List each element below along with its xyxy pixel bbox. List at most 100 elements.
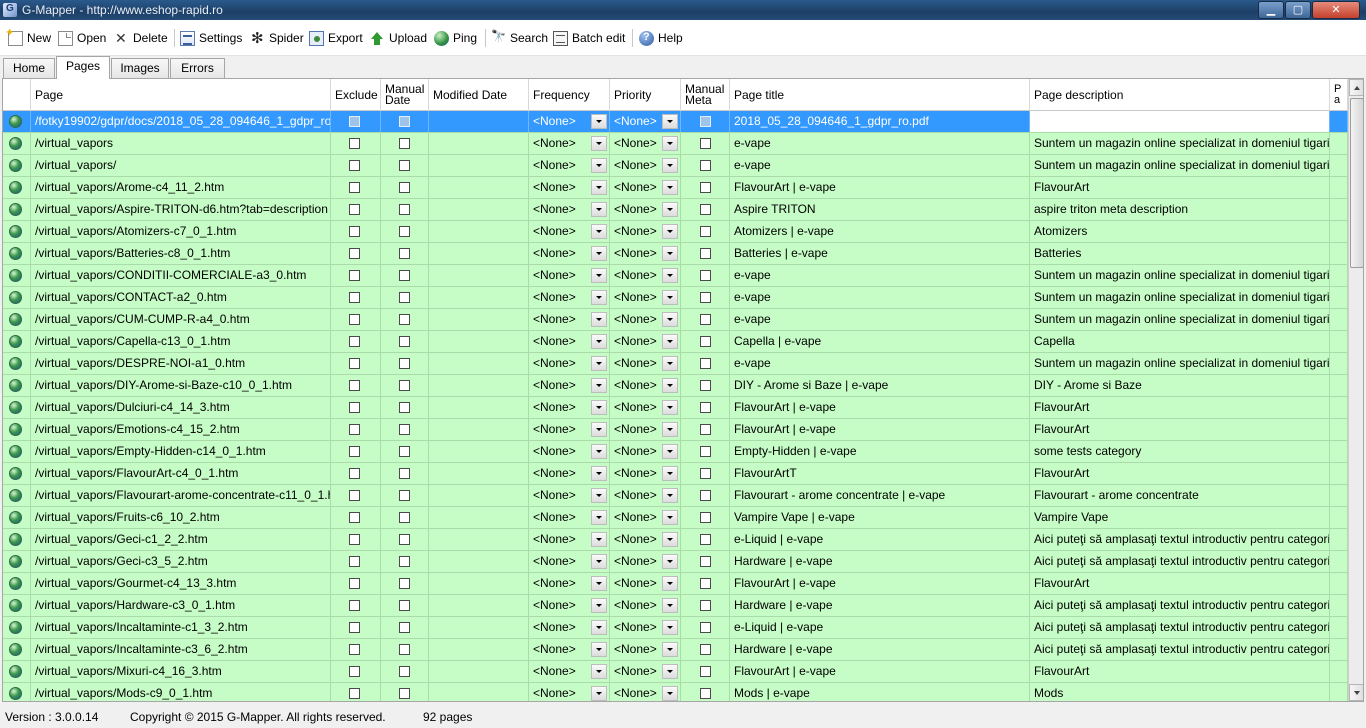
page-description-cell[interactable]: Aici puteţi să amplasaţi textul introduc…: [1030, 595, 1330, 616]
priority-dropdown[interactable]: <None>: [610, 353, 681, 374]
table-row[interactable]: /virtual_vapors/Emotions-c4_15_2.htm <Non…: [3, 419, 1348, 441]
frequency-dropdown[interactable]: <None>: [529, 441, 610, 462]
search-button[interactable]: Search: [491, 29, 548, 47]
column-header-frequency[interactable]: Frequency: [529, 79, 610, 111]
frequency-dropdown[interactable]: <None>: [529, 397, 610, 418]
chevron-down-icon[interactable]: [591, 202, 607, 217]
modified-date-cell[interactable]: [429, 507, 529, 528]
page-url-cell[interactable]: /virtual_vapors/DIY-Arome-si-Baze-c10_0_…: [31, 375, 331, 396]
page-description-cell[interactable]: Vampire Vape: [1030, 507, 1330, 528]
modified-date-cell[interactable]: [429, 683, 529, 701]
priority-dropdown[interactable]: <None>: [610, 529, 681, 550]
spider-button[interactable]: Spider: [250, 29, 304, 47]
chevron-down-icon[interactable]: [662, 576, 678, 591]
table-row[interactable]: /virtual_vapors/Gourmet-c4_13_3.htm <None…: [3, 573, 1348, 595]
chevron-down-icon[interactable]: [662, 158, 678, 173]
frequency-dropdown[interactable]: <None>: [529, 551, 610, 572]
new-button[interactable]: New: [5, 26, 51, 47]
manual-date-checkbox[interactable]: [399, 314, 410, 325]
priority-dropdown[interactable]: <None>: [610, 639, 681, 660]
chevron-down-icon[interactable]: [662, 378, 678, 393]
page-url-cell[interactable]: /fotky19902/gdpr/docs/2018_05_28_094646_…: [31, 111, 331, 132]
manual-date-checkbox[interactable]: [399, 182, 410, 193]
modified-date-cell[interactable]: [429, 595, 529, 616]
page-title-cell[interactable]: e-Liquid | e-vape: [730, 529, 1030, 550]
modified-date-cell[interactable]: [429, 309, 529, 330]
modified-date-cell[interactable]: [429, 287, 529, 308]
priority-dropdown[interactable]: <None>: [610, 155, 681, 176]
page-title-cell[interactable]: e-Liquid | e-vape: [730, 617, 1030, 638]
manual-meta-checkbox[interactable]: [700, 688, 711, 699]
vertical-scrollbar[interactable]: [1348, 79, 1363, 701]
page-description-cell[interactable]: Batteries: [1030, 243, 1330, 264]
tab-images[interactable]: Images: [111, 58, 169, 78]
page-title-cell[interactable]: e-vape: [730, 353, 1030, 374]
page-description-cell[interactable]: Mods: [1030, 683, 1330, 701]
frequency-dropdown[interactable]: <None>: [529, 199, 610, 220]
page-url-cell[interactable]: /virtual_vapors/Batteries-c8_0_1.htm: [31, 243, 331, 264]
page-title-cell[interactable]: FlavourArt | e-vape: [730, 177, 1030, 198]
modified-date-cell[interactable]: [429, 419, 529, 440]
modified-date-cell[interactable]: [429, 155, 529, 176]
page-description-cell[interactable]: Suntem un magazin online specializat in …: [1030, 155, 1330, 176]
ping-button[interactable]: Ping: [434, 29, 477, 47]
chevron-down-icon[interactable]: [591, 444, 607, 459]
manual-meta-checkbox[interactable]: [700, 248, 711, 259]
priority-dropdown[interactable]: <None>: [610, 221, 681, 242]
page-url-cell[interactable]: /virtual_vapors/Flavourart-arome-concent…: [31, 485, 331, 506]
chevron-down-icon[interactable]: [591, 620, 607, 635]
modified-date-cell[interactable]: [429, 485, 529, 506]
table-row[interactable]: /virtual_vapors <None> <None> e-vape Suntem …: [3, 133, 1348, 155]
chevron-down-icon[interactable]: [662, 664, 678, 679]
page-url-cell[interactable]: /virtual_vapors/CONDITII-COMERCIALE-a3_0…: [31, 265, 331, 286]
chevron-down-icon[interactable]: [591, 356, 607, 371]
frequency-dropdown[interactable]: <None>: [529, 683, 610, 701]
priority-dropdown[interactable]: <None>: [610, 595, 681, 616]
exclude-checkbox[interactable]: [349, 380, 360, 391]
manual-meta-checkbox[interactable]: [700, 556, 711, 567]
frequency-dropdown[interactable]: <None>: [529, 133, 610, 154]
page-title-cell[interactable]: Batteries | e-vape: [730, 243, 1030, 264]
column-header-manual-date[interactable]: Manual Date: [381, 79, 429, 111]
page-description-cell[interactable]: DIY - Arome si Baze: [1030, 375, 1330, 396]
tab-errors[interactable]: Errors: [170, 58, 225, 78]
page-description-cell[interactable]: Aici puteţi să amplasaţi textul introduc…: [1030, 529, 1330, 550]
chevron-down-icon[interactable]: [591, 576, 607, 591]
page-description-cell[interactable]: Capella: [1030, 331, 1330, 352]
manual-date-checkbox[interactable]: [399, 226, 410, 237]
chevron-down-icon[interactable]: [591, 334, 607, 349]
page-url-cell[interactable]: /virtual_vapors/Capella-c13_0_1.htm: [31, 331, 331, 352]
page-title-cell[interactable]: e-vape: [730, 309, 1030, 330]
manual-meta-checkbox[interactable]: [700, 380, 711, 391]
exclude-checkbox[interactable]: [349, 468, 360, 479]
page-description-cell[interactable]: Flavourart - arome concentrate: [1030, 485, 1330, 506]
frequency-dropdown[interactable]: <None>: [529, 309, 610, 330]
exclude-checkbox[interactable]: [349, 160, 360, 171]
exclude-checkbox[interactable]: [349, 512, 360, 523]
chevron-down-icon[interactable]: [591, 686, 607, 701]
page-title-cell[interactable]: Atomizers | e-vape: [730, 221, 1030, 242]
frequency-dropdown[interactable]: <None>: [529, 353, 610, 374]
exclude-checkbox[interactable]: [349, 204, 360, 215]
page-description-cell[interactable]: Aici puteţi să amplasaţi textul introduc…: [1030, 639, 1330, 660]
manual-date-checkbox[interactable]: [399, 622, 410, 633]
manual-meta-checkbox[interactable]: [700, 292, 711, 303]
frequency-dropdown[interactable]: <None>: [529, 287, 610, 308]
manual-date-checkbox[interactable]: [399, 512, 410, 523]
page-url-cell[interactable]: /virtual_vapors/Incaltaminte-c1_3_2.htm: [31, 617, 331, 638]
modified-date-cell[interactable]: [429, 639, 529, 660]
column-header-page-title[interactable]: Page title: [730, 79, 1030, 111]
manual-meta-checkbox[interactable]: [700, 270, 711, 281]
manual-date-checkbox[interactable]: [399, 358, 410, 369]
frequency-dropdown[interactable]: <None>: [529, 507, 610, 528]
column-header-priority[interactable]: Priority: [610, 79, 681, 111]
exclude-checkbox[interactable]: [349, 534, 360, 545]
chevron-down-icon[interactable]: [591, 400, 607, 415]
priority-dropdown[interactable]: <None>: [610, 507, 681, 528]
manual-meta-checkbox[interactable]: [700, 138, 711, 149]
manual-date-checkbox[interactable]: [399, 424, 410, 435]
page-title-cell[interactable]: FlavourArt | e-vape: [730, 573, 1030, 594]
page-description-cell[interactable]: FlavourArt: [1030, 463, 1330, 484]
priority-dropdown[interactable]: <None>: [610, 287, 681, 308]
exclude-checkbox[interactable]: [349, 138, 360, 149]
